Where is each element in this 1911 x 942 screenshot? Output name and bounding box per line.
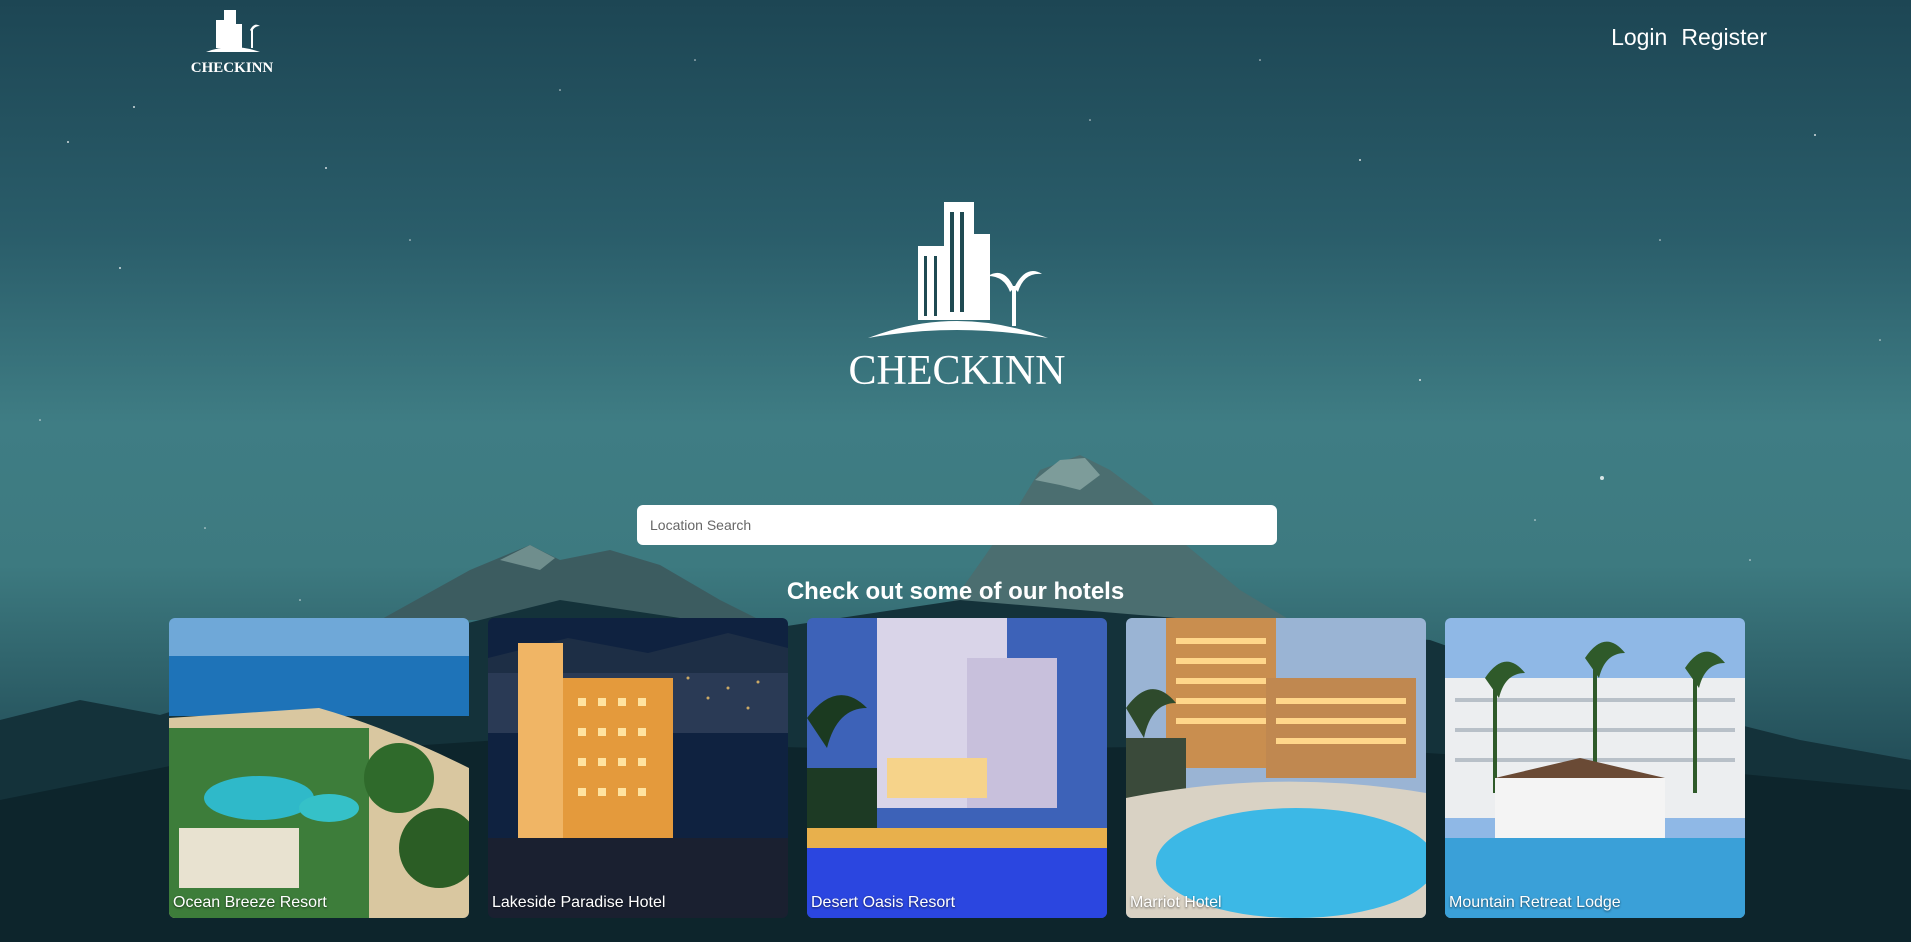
hotel-card[interactable]: Mountain Retreat Lodge bbox=[1445, 618, 1745, 918]
location-search-input[interactable] bbox=[637, 505, 1277, 545]
header-logo[interactable]: CHECKINN bbox=[190, 6, 274, 78]
svg-text:CHECKINN: CHECKINN bbox=[191, 60, 274, 76]
hotel-photo bbox=[1126, 618, 1426, 918]
hotel-name: Mountain Retreat Lodge bbox=[1449, 894, 1621, 911]
hotel-name: Marriot Hotel bbox=[1130, 894, 1222, 911]
svg-text:CHECKINN: CHECKINN bbox=[849, 348, 1066, 390]
login-link[interactable]: Login bbox=[1611, 24, 1667, 51]
hotel-photo bbox=[1445, 618, 1745, 918]
hotel-card[interactable]: Lakeside Paradise Hotel bbox=[488, 618, 788, 918]
hotel-name: Lakeside Paradise Hotel bbox=[492, 894, 666, 911]
register-link[interactable]: Register bbox=[1681, 24, 1767, 51]
hotel-card[interactable]: Marriot Hotel bbox=[1126, 618, 1426, 918]
hotel-photo bbox=[488, 618, 788, 918]
hotel-name: Ocean Breeze Resort bbox=[173, 894, 327, 911]
hotel-photo bbox=[169, 618, 469, 918]
top-nav: Login Register bbox=[1611, 24, 1767, 51]
hotels-section-title: Check out some of our hotels bbox=[786, 578, 1125, 605]
hotel-photo bbox=[807, 618, 1107, 918]
hotel-card[interactable]: Ocean Breeze Resort bbox=[169, 618, 469, 918]
hotel-name: Desert Oasis Resort bbox=[811, 894, 956, 911]
hero-logo: CHECKINN bbox=[849, 202, 1066, 390]
hotel-card[interactable]: Desert Oasis Resort bbox=[807, 618, 1107, 918]
hotel-cards: Ocean Breeze Resort Lakeside Paradise Ho… bbox=[169, 618, 1745, 918]
